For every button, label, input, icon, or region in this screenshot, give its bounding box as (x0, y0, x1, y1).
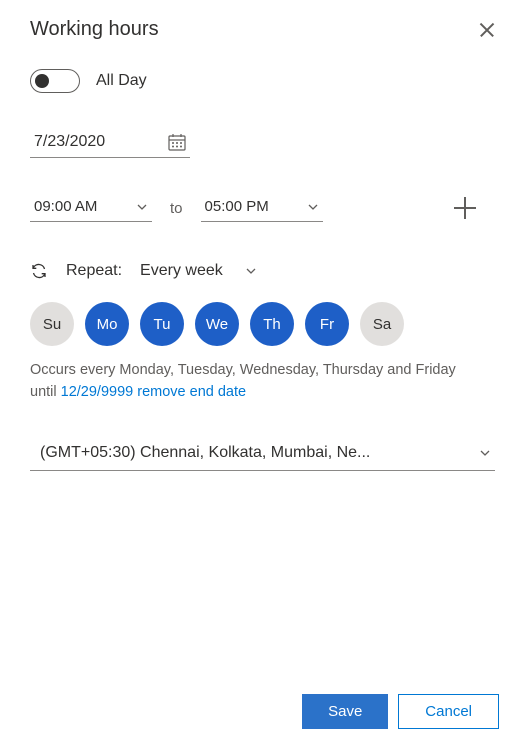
timezone-value: (GMT+05:30) Chennai, Kolkata, Mumbai, Ne… (40, 444, 370, 462)
days-row: SuMoTuWeThFrSa (30, 302, 495, 346)
repeat-icon (30, 262, 48, 280)
occurs-text: Occurs every Monday, Tuesday, Wednesday,… (30, 360, 495, 382)
start-time-value: 09:00 AM (34, 198, 97, 215)
repeat-value: Every week (140, 262, 223, 280)
chevron-down-icon (307, 201, 319, 213)
save-button[interactable]: Save (302, 694, 388, 729)
end-time-value: 05:00 PM (205, 198, 269, 215)
day-toggle-su[interactable]: Su (30, 302, 74, 346)
until-date-link[interactable]: 12/29/9999 (61, 384, 134, 400)
day-toggle-th[interactable]: Th (250, 302, 294, 346)
chevron-down-icon (245, 265, 257, 277)
date-field[interactable]: 7/23/2020 (30, 133, 190, 158)
date-value: 7/23/2020 (30, 133, 105, 151)
repeat-row: Repeat: Every week (30, 262, 495, 280)
to-label: to (170, 200, 183, 217)
working-hours-dialog: Working hours All Day 7/23/2020 (0, 0, 525, 751)
dialog-footer: Save Cancel (0, 678, 525, 751)
chevron-down-icon (136, 201, 148, 213)
remove-end-date-link[interactable]: remove end date (137, 384, 246, 400)
end-time-select[interactable]: 05:00 PM (201, 194, 323, 222)
day-toggle-tu[interactable]: Tu (140, 302, 184, 346)
cancel-button[interactable]: Cancel (398, 694, 499, 729)
time-row: 09:00 AM to 05:00 PM (30, 194, 495, 222)
until-prefix: until (30, 384, 57, 400)
repeat-label: Repeat: (66, 262, 122, 280)
close-icon[interactable] (479, 22, 495, 38)
day-toggle-fr[interactable]: Fr (305, 302, 349, 346)
day-toggle-sa[interactable]: Sa (360, 302, 404, 346)
repeat-select[interactable]: Every week (140, 262, 257, 280)
day-toggle-mo[interactable]: Mo (85, 302, 129, 346)
dialog-title: Working hours (30, 18, 159, 41)
calendar-icon[interactable] (168, 133, 186, 151)
chevron-down-icon (479, 447, 491, 459)
timezone-select[interactable]: (GMT+05:30) Chennai, Kolkata, Mumbai, Ne… (30, 438, 495, 471)
day-toggle-we[interactable]: We (195, 302, 239, 346)
add-time-button[interactable] (451, 194, 479, 222)
start-time-select[interactable]: 09:00 AM (30, 194, 152, 222)
dialog-header: Working hours (0, 0, 525, 41)
all-day-label: All Day (96, 72, 147, 90)
scroll-area[interactable]: All Day 7/23/2020 (0, 69, 525, 678)
until-row: until 12/29/9999 remove end date (30, 384, 495, 400)
all-day-row: All Day (30, 69, 495, 93)
all-day-toggle[interactable] (30, 69, 80, 93)
